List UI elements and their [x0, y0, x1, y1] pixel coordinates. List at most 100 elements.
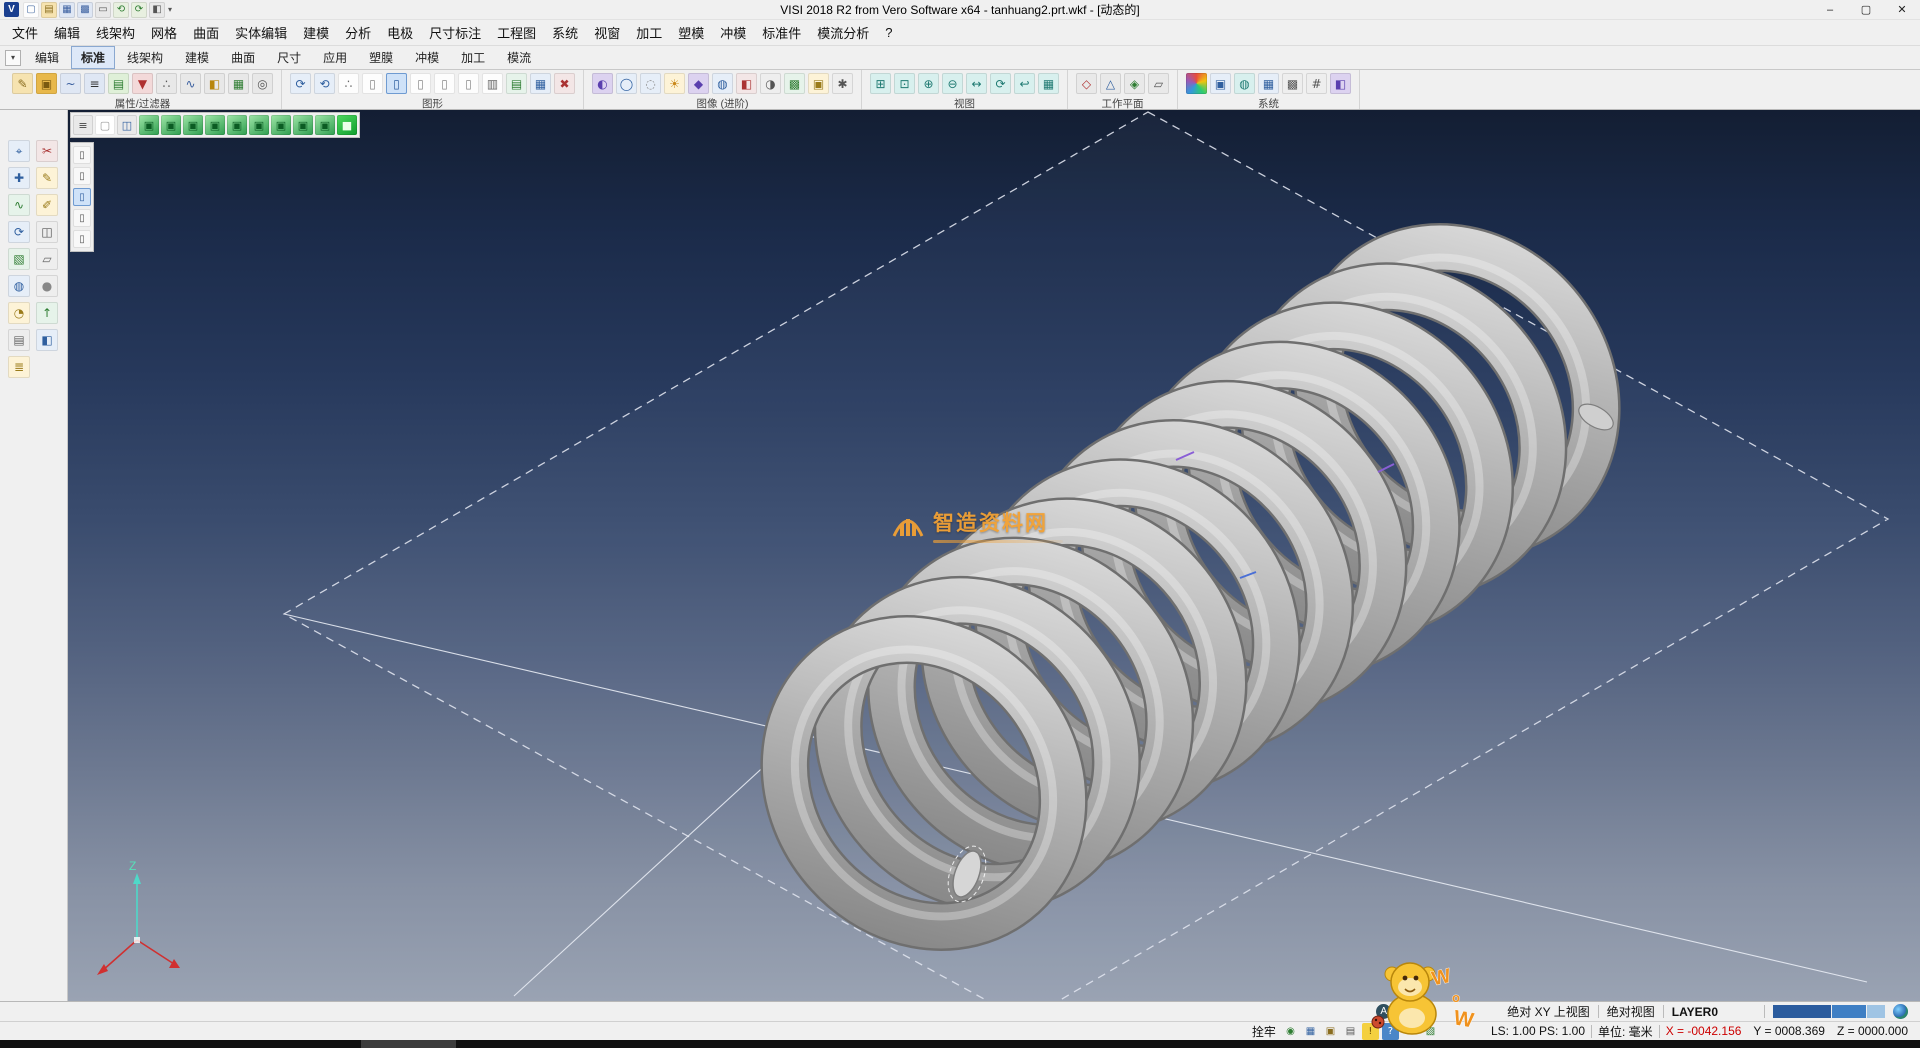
menu-item-加工[interactable]: 加工: [628, 23, 670, 42]
tab-塑膜[interactable]: 塑膜: [359, 46, 403, 69]
wireframe-render-icon[interactable]: ◯: [616, 73, 637, 94]
blank-all-icon[interactable]: ▥: [482, 73, 503, 94]
anchor-lock-icon[interactable]: ◉: [1282, 1023, 1299, 1040]
menu-item-模流分析[interactable]: 模流分析: [809, 23, 877, 42]
show-solids-icon[interactable]: ▯: [410, 73, 431, 94]
menu-item-电极[interactable]: 电极: [379, 23, 421, 42]
tab-模流[interactable]: 模流: [497, 46, 541, 69]
zoom-select-icon[interactable]: ⌖: [8, 140, 30, 162]
layer-stack-icon[interactable]: ≣: [8, 356, 30, 378]
rotate-tool-icon[interactable]: ⟳: [8, 221, 30, 243]
undo-icon[interactable]: ⟲: [113, 2, 129, 18]
quick-access-caret-icon[interactable]: ▾: [168, 5, 172, 14]
layer-swatch[interactable]: [1773, 1005, 1831, 1018]
tab-编辑[interactable]: 编辑: [25, 46, 69, 69]
color-properties-icon[interactable]: ▣: [36, 73, 57, 94]
lighting-icon[interactable]: ☀: [664, 73, 685, 94]
zoom-all-icon[interactable]: ⊞: [870, 73, 891, 94]
zoom-out-icon[interactable]: ⊖: [942, 73, 963, 94]
pan-view-icon[interactable]: ↔: [966, 73, 987, 94]
materials-icon[interactable]: ◆: [688, 73, 709, 94]
tab-dropdown-icon[interactable]: ▾: [5, 50, 21, 66]
view-axono-icon[interactable]: ▣: [293, 115, 313, 135]
blank-element-icon[interactable]: ▯: [434, 73, 455, 94]
compare-icon[interactable]: ◧: [36, 329, 58, 351]
line-width-icon[interactable]: ≡: [84, 73, 105, 94]
workplane-manager-icon[interactable]: ▱: [1148, 73, 1169, 94]
views-panel-icon[interactable]: ▯: [73, 167, 91, 185]
filter-surfaces-icon[interactable]: ◧: [204, 73, 225, 94]
tab-应用[interactable]: 应用: [313, 46, 357, 69]
filter-points-icon[interactable]: ∴: [156, 73, 177, 94]
hidden-line-icon[interactable]: ◌: [640, 73, 661, 94]
viewport-layout-icon[interactable]: ◫: [117, 115, 137, 135]
close-button[interactable]: ✕: [1884, 0, 1920, 19]
layer-swatch[interactable]: [1832, 1005, 1866, 1018]
zoom-in-icon[interactable]: ⊕: [918, 73, 939, 94]
view-mode-label[interactable]: 绝对视图: [1607, 1003, 1655, 1020]
viewport-new-icon[interactable]: ▢: [95, 115, 115, 135]
open-icon[interactable]: ▤: [41, 2, 57, 18]
calculator-icon[interactable]: #: [1306, 73, 1327, 94]
workspace-icon[interactable]: ◧: [1330, 73, 1351, 94]
viewport[interactable]: Z ≡▢◫▣▣▣▣▣▣▣▣▣■ ▯▯▯▯▯: [68, 110, 1920, 1001]
show-surfaces-icon[interactable]: ▯: [386, 73, 407, 94]
unblank-element-icon[interactable]: ▯: [458, 73, 479, 94]
regen-icon[interactable]: ⟳: [290, 73, 311, 94]
quick-options-icon[interactable]: ◧: [149, 2, 165, 18]
globe-icon[interactable]: [1893, 1004, 1908, 1019]
filter-solids-icon[interactable]: ▦: [228, 73, 249, 94]
cylinder-tool-icon[interactable]: ◍: [8, 275, 30, 297]
background-icon[interactable]: ▩: [784, 73, 805, 94]
image-capture-icon[interactable]: ▣: [1322, 1023, 1339, 1040]
viewport-canvas[interactable]: Z: [68, 110, 1920, 1001]
units-readout[interactable]: 单位: 毫米: [1598, 1023, 1653, 1040]
section-view-icon[interactable]: ◧: [736, 73, 757, 94]
menu-item-网格[interactable]: 网格: [143, 23, 185, 42]
rotate-view-icon[interactable]: ⟳: [990, 73, 1011, 94]
save-icon[interactable]: ▦: [59, 2, 75, 18]
menu-item-系统[interactable]: 系统: [544, 23, 586, 42]
menu-item-实体编辑[interactable]: 实体编辑: [227, 23, 295, 42]
view-dynamic-icon[interactable]: ▣: [315, 115, 335, 135]
taskbar-item[interactable]: [361, 1040, 456, 1048]
tab-尺寸[interactable]: 尺寸: [267, 46, 311, 69]
layer-properties-icon[interactable]: ▤: [108, 73, 129, 94]
workplane-align-icon[interactable]: ◈: [1124, 73, 1145, 94]
viewport-menu-icon[interactable]: ≡: [73, 115, 93, 135]
profile-tool-icon[interactable]: ◔: [8, 302, 30, 324]
view-back-icon[interactable]: ▣: [249, 115, 269, 135]
render-settings-icon[interactable]: ✱: [832, 73, 853, 94]
menu-item-?[interactable]: ?: [877, 25, 900, 40]
tab-冲模[interactable]: 冲模: [405, 46, 449, 69]
extrude-tool-icon[interactable]: ↑: [36, 302, 58, 324]
menu-item-建模[interactable]: 建模: [295, 23, 337, 42]
lock-label[interactable]: 拴牢: [1252, 1023, 1276, 1040]
new-document-icon[interactable]: ▢: [23, 2, 39, 18]
shadow-icon[interactable]: ◑: [760, 73, 781, 94]
workplane-3points-icon[interactable]: △: [1100, 73, 1121, 94]
redraw-icon[interactable]: ⟲: [314, 73, 335, 94]
element-properties-icon[interactable]: ✎: [12, 73, 33, 94]
workplane-standard-icon[interactable]: ◇: [1076, 73, 1097, 94]
menu-item-文件[interactable]: 文件: [4, 23, 46, 42]
view-left-icon[interactable]: ▣: [227, 115, 247, 135]
tab-标准[interactable]: 标准: [71, 46, 115, 69]
snap-grid-icon[interactable]: ▦: [1302, 1023, 1319, 1040]
maximize-button[interactable]: ▢: [1848, 0, 1884, 19]
previous-view-icon[interactable]: ↩: [1014, 73, 1035, 94]
tab-曲面[interactable]: 曲面: [221, 46, 265, 69]
redo-icon[interactable]: ⟳: [131, 2, 147, 18]
menu-item-冲模[interactable]: 冲模: [712, 23, 754, 42]
shaded-render-icon[interactable]: ◐: [592, 73, 613, 94]
view-front-icon[interactable]: ▣: [183, 115, 203, 135]
minimize-button[interactable]: –: [1812, 0, 1848, 19]
notes-panel-icon[interactable]: ▯: [73, 230, 91, 248]
view-manager-icon[interactable]: ▦: [1038, 73, 1059, 94]
globe-system-icon[interactable]: ◍: [1234, 73, 1255, 94]
purge-icon[interactable]: ✖: [554, 73, 575, 94]
zoom-window-icon[interactable]: ⊡: [894, 73, 915, 94]
menu-item-标准件[interactable]: 标准件: [754, 23, 809, 42]
history-panel-icon[interactable]: ▯: [73, 209, 91, 227]
tree-panel-icon[interactable]: ▯: [73, 146, 91, 164]
